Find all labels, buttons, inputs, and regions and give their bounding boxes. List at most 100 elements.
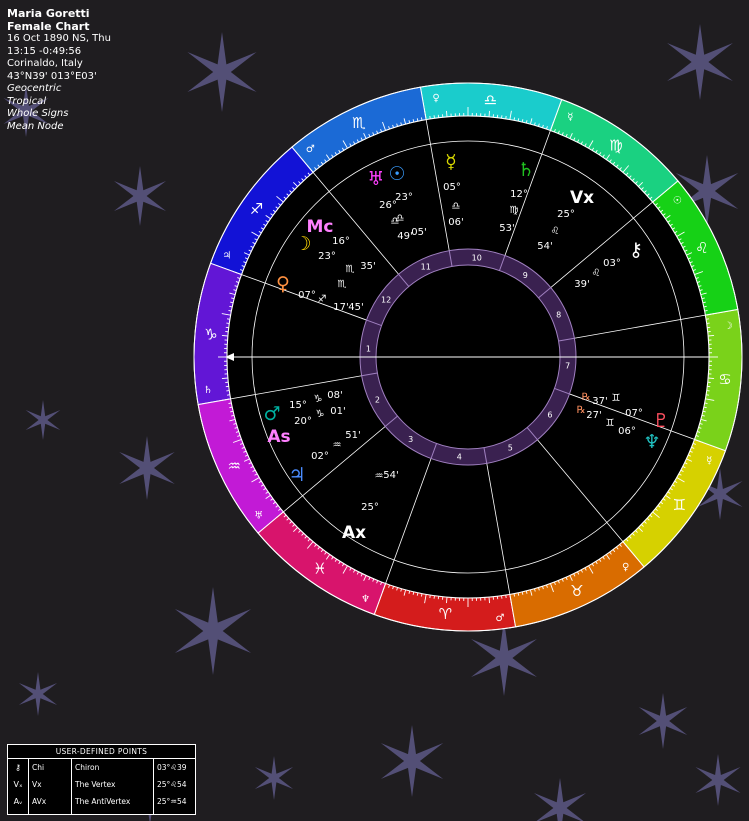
moon-sign-icon: ♏ <box>346 264 355 275</box>
moon-minutes: 35' <box>360 261 375 272</box>
degree-tick <box>488 597 490 604</box>
ascendant-sign-icon: ♑ <box>316 409 325 420</box>
ascendant-glyph-icon[interactable]: As <box>267 427 290 447</box>
udp-row-antivertex[interactable]: Aᵥ AVx The AntiVertex 25°♒54 <box>8 793 195 810</box>
house-number-4: 4 <box>457 453 462 462</box>
degree-tick <box>446 110 448 117</box>
uranus-degree: 26° <box>379 200 397 211</box>
mars-sign-icon: ♑ <box>314 394 323 405</box>
sun-glyph-icon[interactable]: ☉ <box>388 163 405 185</box>
udp-name: Chiron <box>75 763 100 772</box>
house-number-7: 7 <box>565 362 570 371</box>
pluto-glyph-icon[interactable]: ♇ <box>652 410 669 432</box>
jupiter-degree: 02° <box>311 451 329 462</box>
antivertex-sign-icon: ♒ <box>375 471 384 482</box>
house-number-1: 1 <box>366 344 371 353</box>
virgo-icon: ♍ <box>609 137 622 155</box>
ascendant-degree: 20° <box>294 416 312 427</box>
chiron-sign-icon: ♌ <box>592 268 601 279</box>
uranus-minutes: 49' <box>397 231 412 242</box>
neptune-retrograde-icon: ℞ <box>577 405 586 416</box>
udp-abbr: Chi <box>32 763 45 772</box>
uranus-glyph-icon[interactable]: ♅ <box>367 168 384 190</box>
pisces-icon: ♓ <box>313 559 326 577</box>
venus-glyph-icon[interactable]: ♀ <box>276 273 290 295</box>
moon-degree: 16° <box>332 236 350 247</box>
venus-minutes: 17' <box>333 302 348 313</box>
mars-ruler-icon: ♂ <box>306 144 315 155</box>
mercury-glyph-icon[interactable]: ☿ <box>445 151 457 173</box>
chiron-icon: ⚷ <box>15 763 21 772</box>
ascendant-minutes: 01' <box>330 406 345 417</box>
scorpio-icon: ♏ <box>352 114 366 132</box>
neptune-degree: 06° <box>618 426 636 437</box>
midheaven-minutes: 45' <box>348 302 363 313</box>
neptune-minutes: 27' <box>586 410 601 421</box>
midheaven-degree: 23° <box>318 251 336 262</box>
jupiter-glyph-icon[interactable]: ♃ <box>288 464 305 486</box>
jupiter-ruler-icon: ♃ <box>222 251 231 262</box>
udp-row-vertex[interactable]: Vₓ Vx The Vertex 25°♌54 <box>8 776 195 793</box>
sun-degree: 23° <box>395 192 413 203</box>
mercury-minutes: 06' <box>448 217 463 228</box>
degree-tick <box>708 377 715 379</box>
udp-position: 25°♒54 <box>157 797 187 806</box>
house-number-10: 10 <box>472 253 482 262</box>
midheaven-glyph-icon[interactable]: Mc <box>307 217 334 237</box>
pluto-degree: 07° <box>625 408 643 419</box>
antivertex-degree: 25° <box>361 502 379 513</box>
saturn-glyph-icon[interactable]: ♄ <box>517 159 534 181</box>
uranus-sign-icon: ♎ <box>391 216 400 227</box>
uranus-ruler-icon: ♅ <box>254 511 263 522</box>
saturn-sign-icon: ♍ <box>510 205 519 216</box>
neptune-glyph-icon[interactable]: ♆ <box>643 431 660 453</box>
chiron-minutes: 39' <box>574 279 589 290</box>
mars-ruler-icon: ♂ <box>495 613 504 624</box>
venus-ruler-icon: ♀ <box>622 562 629 573</box>
udp-row-chiron[interactable]: ⚷ Chi Chiron 03°♌39 <box>8 759 195 776</box>
neptune-sign-icon: ♊ <box>606 418 615 429</box>
libra-icon: ♎ <box>484 91 497 109</box>
antivertex-glyph-icon[interactable]: Ax <box>342 523 366 543</box>
pluto-sign-icon: ♊ <box>612 393 621 404</box>
degree-tick <box>708 335 715 337</box>
chiron-glyph-icon[interactable]: ⚷ <box>629 239 643 261</box>
house-number-6: 6 <box>547 410 552 419</box>
house-number-3: 3 <box>408 435 413 444</box>
house-number-11: 11 <box>421 262 431 271</box>
pluto-retrograde-icon: ℞ <box>582 392 591 403</box>
mars-glyph-icon[interactable]: ♂ <box>263 403 280 425</box>
mars-degree: 15° <box>289 400 307 411</box>
aries-icon: ♈ <box>439 605 452 623</box>
degree-tick <box>221 377 228 379</box>
udp-position: 03°♌39 <box>157 763 187 772</box>
udp-abbr: AVx <box>32 797 47 806</box>
capricorn-icon: ♑ <box>204 326 217 344</box>
udp-name: The AntiVertex <box>75 797 131 806</box>
gemini-icon: ♊ <box>673 496 686 514</box>
udp-position: 25°♌54 <box>157 780 187 789</box>
sagittarius-icon: ♐ <box>250 200 263 218</box>
mercury-degree: 05° <box>443 182 461 193</box>
vertex-sign-icon: ♌ <box>551 226 560 237</box>
venus-sign-icon: ♐ <box>318 294 327 305</box>
vertex-glyph-icon[interactable]: Vx <box>570 188 594 208</box>
saturn-ruler-icon: ♄ <box>203 385 212 396</box>
saturn-minutes: 53' <box>499 223 514 234</box>
venus-ruler-icon: ♀ <box>432 93 439 104</box>
cancer-icon: ♋ <box>718 370 731 388</box>
vertex-minutes: 54' <box>537 241 552 252</box>
house-number-9: 9 <box>523 271 528 280</box>
pluto-minutes: 37' <box>592 396 607 407</box>
mercury-ruler-icon: ☿ <box>706 455 712 466</box>
mercury-ruler-icon: ☿ <box>567 112 573 123</box>
mercury-sign-icon: ♎ <box>452 201 461 212</box>
leo-icon: ♌ <box>695 239 708 257</box>
house-number-5: 5 <box>508 444 513 453</box>
venus-degree: 07° <box>298 290 316 301</box>
chiron-degree: 03° <box>603 258 621 269</box>
taurus-icon: ♉ <box>570 582 583 600</box>
jupiter-sign-icon: ♒ <box>333 440 342 451</box>
vertex-degree: 25° <box>557 209 575 220</box>
natal-chart-wheel[interactable]: ♈ ♂♉♀♊☿♋☽♌☉♍☿♎♀♏♂♐♃♑♄♒♅♓♆123456789101112☉… <box>0 0 749 821</box>
